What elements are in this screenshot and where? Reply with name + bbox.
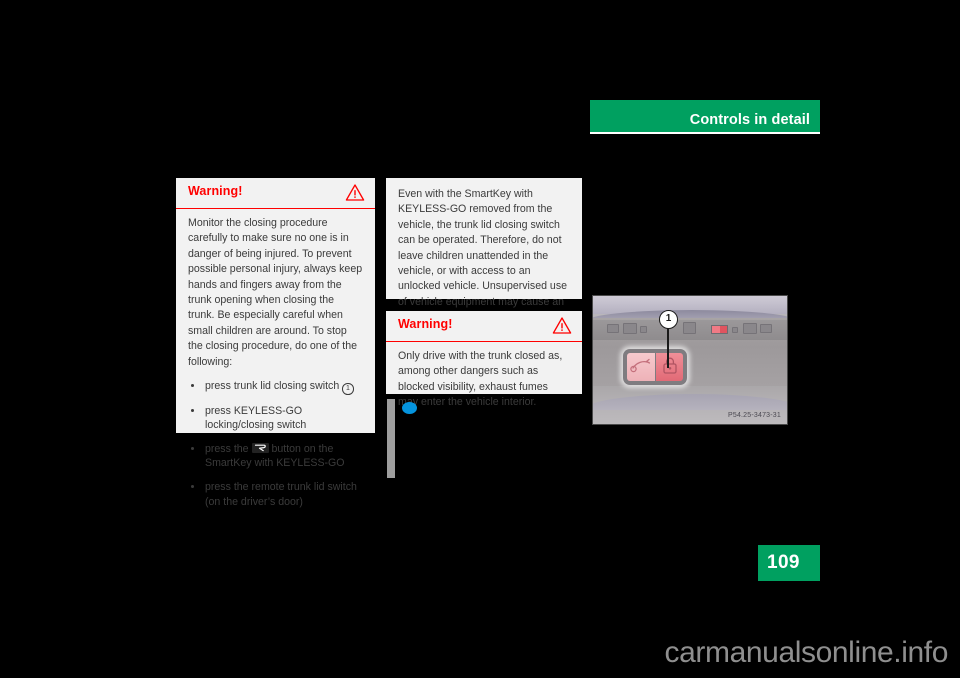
- list-item-text: press KEYLESS-GO locking/closing switch: [205, 404, 307, 432]
- figure-slot-d: [683, 322, 696, 334]
- figure-slot-a: [607, 324, 619, 333]
- warning-triangle-icon: [552, 316, 572, 335]
- lock-closed-icon: [655, 353, 683, 381]
- list-item: press KEYLESS-GO locking/closing switch: [188, 404, 363, 433]
- figure-slot-b: [623, 323, 637, 334]
- list-item-text: press the: [205, 442, 249, 455]
- warning-bullet-list: press trunk lid closing switch 1 press K…: [176, 379, 375, 509]
- warning-header: Warning!: [176, 178, 375, 209]
- figure-slot-g: [760, 324, 772, 333]
- warning-triangle-icon: [345, 183, 365, 202]
- gray-margin-rule: [387, 399, 395, 478]
- info-note-box: Even with the SmartKey with KEYLESS-GO r…: [386, 178, 582, 339]
- blue-dot-marker: [402, 402, 417, 414]
- figure-callout-1: 1: [659, 310, 678, 329]
- list-item: press the remote trunk lid switch (on th…: [188, 480, 363, 509]
- trunk-release-button-icon: [251, 443, 269, 454]
- warning-box-primary: Warning! Monitor the closing procedure c…: [176, 178, 375, 508]
- figure-slot-e: [732, 327, 738, 333]
- list-item: press the button on the SmartKey with KE…: [188, 442, 363, 471]
- page-number: 109: [767, 552, 800, 573]
- warning-title: Warning!: [398, 317, 453, 331]
- site-watermark: carmanualsonline.info: [664, 636, 949, 669]
- warning-title: Warning!: [188, 184, 243, 198]
- page-number-box: 109: [758, 545, 820, 581]
- trunk-interior-figure: 1 P54.25-3473-31: [592, 295, 788, 425]
- warning-header: Warning!: [386, 311, 582, 342]
- figure-callout-leader-line: [667, 326, 669, 368]
- list-item: press trunk lid closing switch 1: [188, 379, 363, 395]
- figure-switch-housing: [623, 349, 687, 385]
- header-underline: [590, 132, 820, 134]
- circled-number-1-icon: 1: [342, 383, 354, 395]
- section-header-bar: Controls in detail: [590, 100, 820, 132]
- trunk-open-icon: [627, 353, 655, 381]
- figure-indicator-led: [711, 325, 728, 334]
- warning-box-secondary: Warning! Only drive with the trunk close…: [386, 311, 582, 408]
- page-title: Controls in detail: [689, 112, 810, 128]
- figure-slot-c: [640, 326, 647, 333]
- warning-body-text: Monitor the closing procedure carefully …: [188, 217, 363, 368]
- list-item-text: press trunk lid closing switch: [205, 380, 340, 393]
- figure-slot-f: [743, 323, 757, 334]
- list-item-text: press the remote trunk lid switch (on th…: [205, 480, 357, 508]
- figure-reference-code: P54.25-3473-31: [727, 412, 781, 419]
